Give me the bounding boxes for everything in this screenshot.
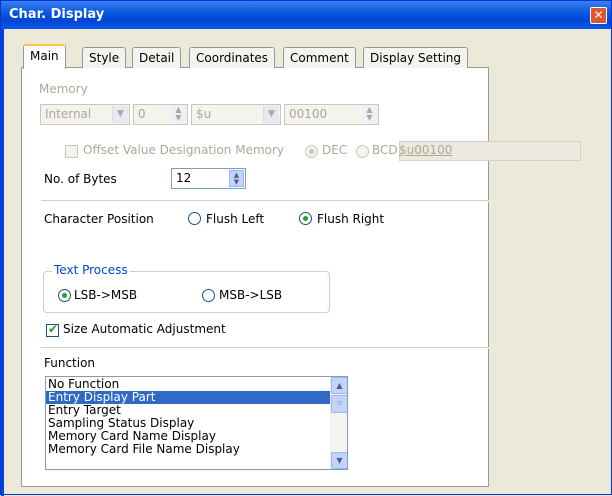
memory-device-value: Internal bbox=[45, 107, 92, 121]
offset-memory-link-overlay[interactable]: $u00100 bbox=[399, 143, 452, 157]
bcd-radio[interactable] bbox=[356, 145, 369, 158]
memory-number-value: 0 bbox=[138, 107, 146, 121]
bytes-label: No. of Bytes bbox=[44, 172, 117, 186]
scroll-thumb[interactable]: ≡ bbox=[331, 395, 347, 413]
function-label: Function bbox=[44, 356, 96, 370]
bytes-spinner[interactable]: 12 ▲ ▼ bbox=[171, 168, 246, 189]
memory-type-value: $u bbox=[196, 107, 212, 121]
flush-right-label: Flush Right bbox=[317, 212, 385, 226]
separator bbox=[41, 200, 489, 202]
memory-address-spinner[interactable]: 00100 ▲ ▼ bbox=[284, 104, 379, 125]
memory-device-select[interactable]: Internal ▼ bbox=[40, 104, 130, 125]
memory-label: Memory bbox=[39, 82, 88, 96]
tab-comment-label: Comment bbox=[290, 51, 349, 65]
dec-label: DEC bbox=[322, 143, 348, 157]
memory-address-value: 00100 bbox=[289, 107, 328, 121]
tab-style[interactable]: Style bbox=[82, 47, 127, 68]
window-left-border bbox=[1, 29, 4, 496]
close-icon: ✕ bbox=[593, 8, 604, 22]
function-listbox[interactable]: No Function Entry Display Part Entry Tar… bbox=[45, 376, 348, 470]
text-process-title: Text Process bbox=[52, 263, 130, 277]
tab-coordinates-label: Coordinates bbox=[196, 51, 269, 65]
dec-radio[interactable] bbox=[305, 145, 318, 158]
flush-left-radio[interactable] bbox=[188, 212, 201, 225]
bytes-value: 12 bbox=[176, 171, 192, 185]
checkmark-icon: ✔ bbox=[48, 322, 59, 336]
title-bar[interactable]: Char. Display ✕ bbox=[1, 1, 611, 29]
tab-comment[interactable]: Comment bbox=[283, 47, 356, 68]
function-item-memory-card-file-name-display[interactable]: Memory Card File Name Display bbox=[46, 443, 347, 456]
tab-detail[interactable]: Detail bbox=[132, 47, 182, 68]
size-auto-checkbox[interactable]: ✔ bbox=[46, 322, 59, 337]
spin-arrows-icon: ▲ ▼ bbox=[171, 106, 186, 123]
msb-lsb-radio[interactable] bbox=[202, 289, 215, 302]
offset-label: Offset Value Designation Memory bbox=[83, 143, 285, 157]
offset-checkbox[interactable] bbox=[65, 145, 78, 158]
separator bbox=[41, 347, 489, 349]
char-display-window: Char. Display ✕ Memory Internal ▼ 0 ▲ ▼ $… bbox=[0, 0, 612, 496]
msb-lsb-label: MSB->LSB bbox=[219, 288, 283, 302]
memory-number-spinner[interactable]: 0 ▲ ▼ bbox=[133, 104, 188, 125]
char-position-label: Character Position bbox=[44, 212, 154, 226]
tab-coordinates[interactable]: Coordinates bbox=[189, 47, 276, 68]
flush-left-label: Flush Left bbox=[206, 212, 265, 226]
function-scrollbar[interactable]: ▲ ≡ ▼ bbox=[330, 377, 347, 469]
flush-right-radio[interactable] bbox=[299, 212, 312, 225]
tab-main[interactable]: Main bbox=[23, 44, 66, 69]
window-title: Char. Display bbox=[9, 7, 105, 22]
tab-detail-label: Detail bbox=[139, 51, 175, 65]
scroll-up-icon[interactable]: ▲ bbox=[331, 377, 347, 394]
close-button[interactable]: ✕ bbox=[590, 7, 607, 24]
tab-display-setting[interactable]: Display Setting bbox=[363, 47, 469, 68]
lsb-msb-label: LSB->MSB bbox=[74, 288, 138, 302]
tab-display-setting-label: Display Setting bbox=[370, 51, 462, 65]
bcd-label: BCD bbox=[372, 143, 398, 157]
chevron-down-icon: ▼ bbox=[112, 106, 128, 123]
tab-main-label: Main bbox=[30, 49, 59, 63]
size-auto-label: Size Automatic Adjustment bbox=[63, 322, 226, 336]
scroll-down-icon[interactable]: ▼ bbox=[331, 452, 347, 469]
memory-type-select[interactable]: $u ▼ bbox=[191, 104, 281, 125]
tab-style-label: Style bbox=[89, 51, 120, 65]
spin-arrows-icon[interactable]: ▲ ▼ bbox=[229, 170, 244, 187]
spin-arrows-icon: ▲ ▼ bbox=[362, 106, 377, 123]
lsb-msb-radio[interactable] bbox=[58, 289, 71, 302]
chevron-down-icon: ▼ bbox=[263, 106, 279, 123]
